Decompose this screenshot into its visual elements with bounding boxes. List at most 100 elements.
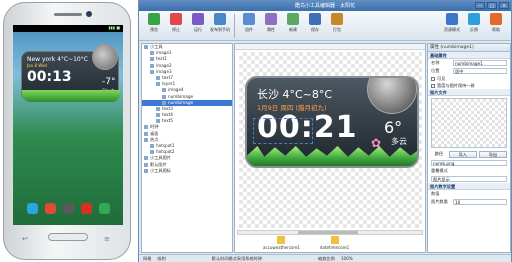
weather-widget-preview[interactable]: 长沙 4°C~8°C 1月9日 周四 (腊月初九) 00:21 6° 多云 ✿: [245, 76, 419, 168]
image-buttons: 路径 导入 导出: [428, 150, 510, 159]
scrollbar-thumb[interactable]: [298, 231, 358, 234]
file-field[interactable]: numb.png: [431, 160, 507, 166]
chrome-icon[interactable]: [44, 202, 56, 214]
node-icon: [162, 100, 166, 105]
position-row: 位置 居中: [428, 67, 510, 75]
help-icon: [490, 13, 502, 25]
widget-city-temp[interactable]: 长沙 4°C~8°C: [257, 86, 332, 102]
status-bar: 网格 吸附 默认时间格式采用系统时钟 缩放比例 100%: [139, 254, 511, 262]
hangouts-icon[interactable]: [98, 202, 110, 214]
phone-dock: [23, 201, 113, 215]
phone-screen: ▮▮▮ ■ New york 4°C~10°C Jan 8 Wed 00:13 …: [13, 25, 123, 225]
name-field[interactable]: numbimage1: [453, 60, 507, 66]
phone-camera: [86, 11, 92, 17]
resource-mode-button[interactable]: 资源模式: [441, 11, 463, 39]
canvas-area[interactable]: 长沙 4°C~8°C 1月9日 周四 (腊月初九) 00:21 6° 多云 ✿: [239, 52, 422, 228]
properties-header: 属性 (numbimage1): [428, 44, 510, 52]
node-icon: [144, 162, 148, 167]
component-tree: 小工具 image1 text1 image2 image3 text7 layer1 ima…: [141, 43, 233, 253]
camera-icon[interactable]: [62, 202, 74, 214]
node-icon: [162, 88, 166, 93]
component-icon: [243, 13, 255, 25]
node-icon: [156, 82, 160, 87]
node-icon: [162, 94, 166, 99]
stop-icon: [170, 13, 182, 25]
layout-select-row: 图片显示: [428, 175, 510, 183]
layout-select[interactable]: 图片显示: [431, 176, 507, 182]
asset-datetime[interactable]: datetimecore1: [320, 236, 349, 252]
node-icon: [144, 45, 148, 49]
count-row: 图片数量 10: [428, 198, 510, 206]
design-canvas: 长沙 4°C~8°C 1月9日 周四 (腊月初九) 00:21 6° 多云 ✿ …: [234, 43, 426, 253]
save-icon: [309, 13, 321, 25]
number-row: 数值: [431, 191, 440, 196]
window-controls: — □ ✕: [475, 2, 509, 9]
close-button[interactable]: ✕: [499, 2, 509, 9]
property-button[interactable]: 属性: [260, 11, 282, 39]
component-button[interactable]: 组件: [238, 11, 260, 39]
grass-decoration: [247, 146, 417, 166]
node-icon: [156, 119, 160, 124]
widget-condition[interactable]: 多云: [391, 136, 407, 147]
publish-phone-button[interactable]: 发布到手机: [209, 11, 231, 39]
position-select[interactable]: 居中: [453, 68, 507, 74]
name-row: 名称 numbimage1: [428, 59, 510, 67]
phone-weather-widget[interactable]: New york 4°C~10°C Jan 8 Wed 00:13 -7° Cl…: [21, 44, 120, 102]
autosize-checkbox[interactable]: 宽度与图片保持一致: [428, 82, 510, 89]
help-button[interactable]: 帮助: [485, 11, 507, 39]
property-icon: [265, 13, 277, 25]
play-button[interactable]: 预览: [143, 11, 165, 39]
node-icon: [144, 131, 148, 136]
package-button[interactable]: 打包: [326, 11, 348, 39]
section-number[interactable]: 图片数字设置: [428, 183, 510, 190]
folder-icon: [277, 236, 286, 244]
editor-window: 酷鸟小工具编辑器 - 太阳花 — □ ✕ 预览 停止 运行 发布到手机 组件 属性 新建保…: [138, 0, 512, 262]
section-image[interactable]: 图片文件: [428, 89, 510, 96]
import-button[interactable]: 导入: [448, 151, 477, 158]
resource-mode-icon: [446, 13, 458, 25]
stop-button[interactable]: 停止: [165, 11, 187, 39]
moon-icon: [92, 44, 118, 70]
toolbar-separator: [234, 14, 235, 38]
run-button[interactable]: 运行: [187, 11, 209, 39]
grid-toggle[interactable]: 网格: [143, 256, 151, 262]
feedback-button[interactable]: 反馈: [463, 11, 485, 39]
layout-row: 重叠模式: [431, 168, 448, 173]
back-icon[interactable]: ↩: [22, 235, 28, 243]
package-icon: [331, 13, 343, 25]
count-field[interactable]: 10: [453, 199, 507, 205]
section-basic[interactable]: 基础属性: [428, 52, 510, 59]
main-toolbar: 预览 停止 运行 发布到手机 组件 属性 新建 保存 打包 资源模式 反馈 帮助: [139, 11, 511, 41]
node-icon: [156, 106, 160, 111]
widget-temp[interactable]: 6°: [384, 118, 402, 137]
home-button[interactable]: [48, 233, 88, 241]
asset-accuweather[interactable]: accuweathercore1: [263, 236, 300, 252]
window-title: 酷鸟小工具编辑器 - 太阳花: [139, 1, 511, 11]
export-button[interactable]: 导出: [478, 151, 507, 158]
phone-widget-time: 00:13: [27, 69, 72, 85]
phone-icon[interactable]: [26, 202, 38, 214]
node-icon: [156, 75, 160, 80]
snap-toggle[interactable]: 吸附: [157, 256, 165, 262]
gmail-icon[interactable]: [80, 202, 92, 214]
status-text: 默认时间格式采用系统时钟: [211, 255, 263, 261]
minimize-button[interactable]: —: [475, 2, 485, 9]
node-icon: [144, 137, 148, 142]
zoom-value[interactable]: 100%: [341, 256, 353, 261]
selection-box[interactable]: [253, 118, 313, 144]
node-icon: [150, 63, 154, 68]
moon-icon: [367, 78, 417, 114]
node-icon: [150, 57, 154, 62]
menu-icon[interactable]: ≡: [104, 235, 110, 243]
phone-status-bar: ▮▮▮ ■: [13, 25, 123, 32]
visible-checkbox[interactable]: 可见: [428, 75, 510, 82]
node-icon: [144, 125, 148, 130]
save-button[interactable]: 保存: [304, 11, 326, 39]
node-icon: [144, 156, 148, 161]
new-icon: [287, 13, 299, 25]
new-button[interactable]: 新建: [282, 11, 304, 39]
canvas-horizontal-scrollbar[interactable]: [237, 230, 423, 235]
maximize-button[interactable]: □: [487, 2, 497, 9]
properties-panel: 属性 (numbimage1) 基础属性 名称 numbimage1 位置 居中 可…: [427, 43, 511, 253]
tree-item[interactable]: 小工具图标: [142, 168, 232, 174]
